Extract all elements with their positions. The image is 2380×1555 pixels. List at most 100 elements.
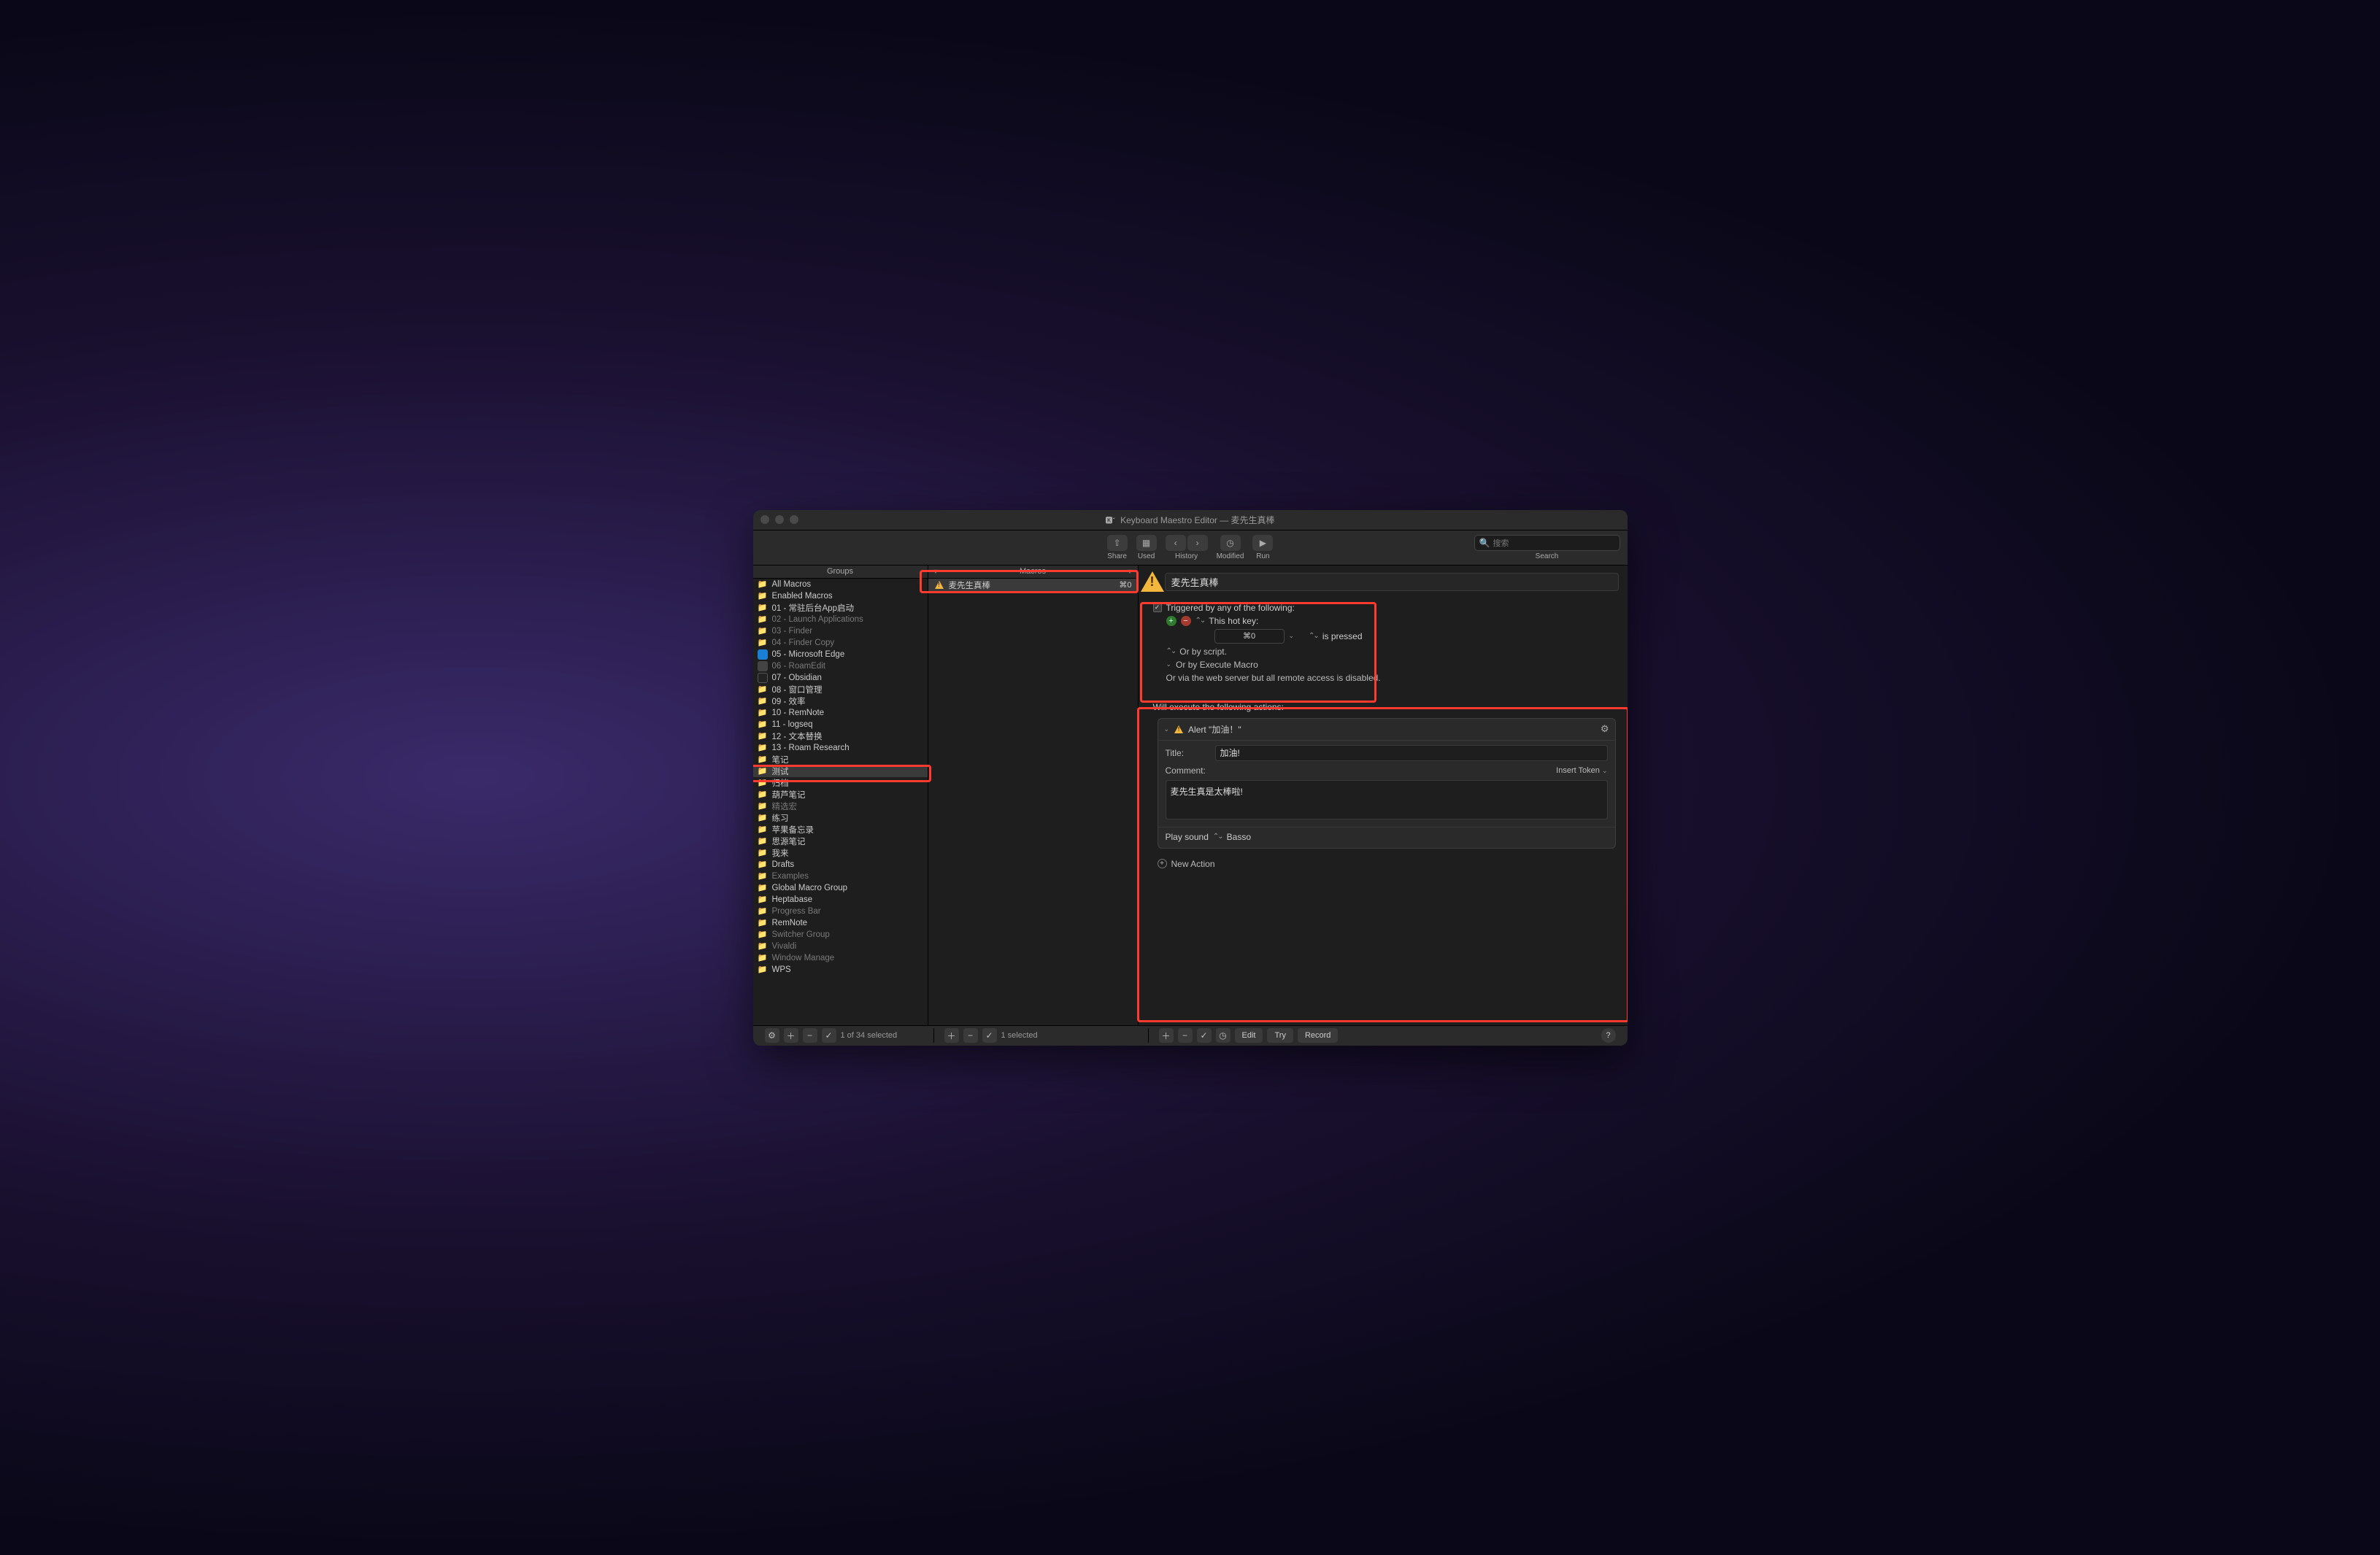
group-row[interactable]: 📁Switcher Group	[753, 929, 928, 941]
group-row[interactable]: 📁01 - 常驻后台App启动	[753, 602, 928, 614]
execute-section-label: Will execute the following actions:	[1147, 696, 1619, 715]
share-label: Share	[1107, 552, 1127, 560]
disclosure-icon[interactable]: ⌄	[1164, 725, 1170, 733]
group-label: Enabled Macros	[772, 592, 833, 601]
group-row[interactable]: 📁Enabled Macros	[753, 590, 928, 602]
group-row[interactable]: 📁Progress Bar	[753, 906, 928, 917]
macros-list[interactable]: 麦先生真棒⌘0	[928, 579, 1138, 1025]
group-row[interactable]: 📁葫芦笔记	[753, 789, 928, 800]
action-clock-button[interactable]: ◷	[1216, 1028, 1231, 1043]
macros-header[interactable]: ▼ Macros ▼	[928, 566, 1138, 579]
remove-group-button[interactable]: −	[803, 1028, 817, 1043]
chevron-down-icon[interactable]: ⌄	[1166, 660, 1172, 668]
stepper-icon[interactable]: ⌃⌄	[1195, 617, 1205, 625]
zoom-window-button[interactable]	[790, 515, 798, 524]
trigger-enabled-checkbox[interactable]: ✓	[1153, 603, 1162, 612]
group-row[interactable]: 📁思源笔记	[753, 836, 928, 847]
folder-icon: 📁	[758, 684, 768, 695]
groups-header[interactable]: Groups	[753, 566, 928, 579]
group-row[interactable]: 📁归档	[753, 777, 928, 789]
group-row[interactable]: 📁02 - Launch Applications	[753, 614, 928, 625]
group-row[interactable]: 📁All Macros	[753, 579, 928, 590]
trigger-heading: Triggered by any of the following:	[1166, 603, 1295, 613]
minimize-window-button[interactable]	[775, 515, 784, 524]
try-button[interactable]: Try	[1267, 1028, 1293, 1043]
folder-icon: 📁	[758, 918, 768, 928]
group-row[interactable]: 📁Heptabase	[753, 894, 928, 906]
macro-name-input[interactable]	[1165, 573, 1619, 591]
group-row[interactable]: 📁测试	[753, 765, 928, 777]
group-row[interactable]: 📁13 - Roam Research	[753, 742, 928, 754]
remove-macro-button[interactable]: −	[963, 1028, 978, 1043]
group-row[interactable]: 📁精选宏	[753, 800, 928, 812]
action-alert-card[interactable]: ⌄ Alert "加油！" ⚙ Title: Comment:	[1158, 718, 1616, 849]
add-action-button[interactable]: ＋	[1159, 1028, 1174, 1043]
enable-group-button[interactable]: ✓	[822, 1028, 836, 1043]
help-button[interactable]: ?	[1601, 1028, 1616, 1043]
group-row[interactable]: 📁03 - Finder	[753, 625, 928, 637]
modified-button[interactable]: ◷	[1220, 535, 1241, 551]
share-button[interactable]: ⇧	[1107, 535, 1128, 551]
insert-token-button[interactable]: Insert Token ⌄	[1556, 766, 1607, 775]
history-forward-button[interactable]: ›	[1187, 535, 1208, 551]
run-button[interactable]: ▶	[1252, 535, 1273, 551]
group-row[interactable]: 📁10 - RemNote	[753, 707, 928, 719]
traffic-lights	[760, 515, 798, 524]
group-row[interactable]: 📁08 - 窗口管理	[753, 684, 928, 695]
close-window-button[interactable]	[760, 515, 769, 524]
group-row[interactable]: 07 - Obsidian	[753, 672, 928, 684]
hotkey-input[interactable]	[1214, 629, 1285, 644]
group-row[interactable]: 📁WPS	[753, 964, 928, 976]
chevron-down-icon[interactable]: ⌄	[1289, 632, 1295, 640]
edit-button[interactable]: Edit	[1235, 1028, 1263, 1043]
action-title-input[interactable]	[1215, 745, 1608, 761]
settings-button[interactable]: ⚙	[765, 1028, 779, 1043]
group-row[interactable]: 📁04 - Finder Copy	[753, 637, 928, 649]
action-comment-input[interactable]: 麦先生真是太棒啦!	[1166, 780, 1608, 819]
stepper-icon[interactable]: ⌃⌄	[1213, 833, 1222, 841]
enable-macro-button[interactable]: ✓	[982, 1028, 997, 1043]
editor-scroll-area[interactable]: ✓ Triggered by any of the following: + −…	[1139, 566, 1628, 1025]
history-back-button[interactable]: ‹	[1166, 535, 1186, 551]
group-label: 笔记	[772, 754, 789, 765]
group-label: 01 - 常驻后台App启动	[772, 602, 854, 614]
record-button[interactable]: Record	[1298, 1028, 1338, 1043]
add-macro-button[interactable]: ＋	[944, 1028, 959, 1043]
group-label: WPS	[772, 965, 791, 974]
sort-desc-icon[interactable]: ▼	[1127, 568, 1133, 575]
add-trigger-button[interactable]: +	[1166, 616, 1176, 626]
folder-icon: 📁	[758, 860, 768, 870]
group-row[interactable]: 📁11 - logseq	[753, 719, 928, 730]
group-row[interactable]: 📁 Drafts	[753, 859, 928, 871]
group-label: 12 - 文本替换	[772, 730, 823, 742]
group-row[interactable]: 📁Global Macro Group	[753, 882, 928, 894]
group-row[interactable]: 📁笔记	[753, 754, 928, 765]
enable-action-button[interactable]: ✓	[1197, 1028, 1212, 1043]
group-row[interactable]: 📁Window Manage	[753, 952, 928, 964]
gear-icon[interactable]: ⚙	[1601, 723, 1609, 735]
group-row[interactable]: 05 - Microsoft Edge	[753, 649, 928, 660]
add-group-button[interactable]: ＋	[784, 1028, 798, 1043]
new-action-button[interactable]: + New Action	[1147, 854, 1619, 869]
group-row[interactable]: 📁09 - 效率	[753, 695, 928, 707]
group-row[interactable]: 📁我来	[753, 847, 928, 859]
remove-action-button[interactable]: −	[1178, 1028, 1193, 1043]
stepper-icon[interactable]: ⌃⌄	[1309, 632, 1318, 640]
group-row[interactable]: 06 - RoamEdit	[753, 660, 928, 672]
used-button[interactable]: ▦	[1136, 535, 1157, 551]
group-row[interactable]: 📁练习	[753, 812, 928, 824]
group-row[interactable]: 📁Examples	[753, 871, 928, 882]
sound-select[interactable]: Basso	[1227, 832, 1251, 842]
group-row[interactable]: 📁苹果备忘录	[753, 824, 928, 836]
group-label: Drafts	[772, 860, 795, 869]
group-row[interactable]: 📁12 - 文本替换	[753, 730, 928, 742]
group-row[interactable]: 📁RemNote	[753, 917, 928, 929]
folder-icon: 📁	[758, 790, 768, 800]
macro-row[interactable]: 麦先生真棒⌘0	[928, 579, 1138, 592]
sort-asc-icon[interactable]: ▼	[933, 568, 939, 575]
stepper-icon[interactable]: ⌃⌄	[1166, 647, 1176, 655]
groups-list[interactable]: 📁All Macros📁Enabled Macros📁01 - 常驻后台App启…	[753, 579, 928, 1025]
macro-label: 麦先生真棒	[949, 579, 991, 591]
group-row[interactable]: 📁Vivaldi	[753, 941, 928, 952]
remove-trigger-button[interactable]: −	[1181, 616, 1191, 626]
